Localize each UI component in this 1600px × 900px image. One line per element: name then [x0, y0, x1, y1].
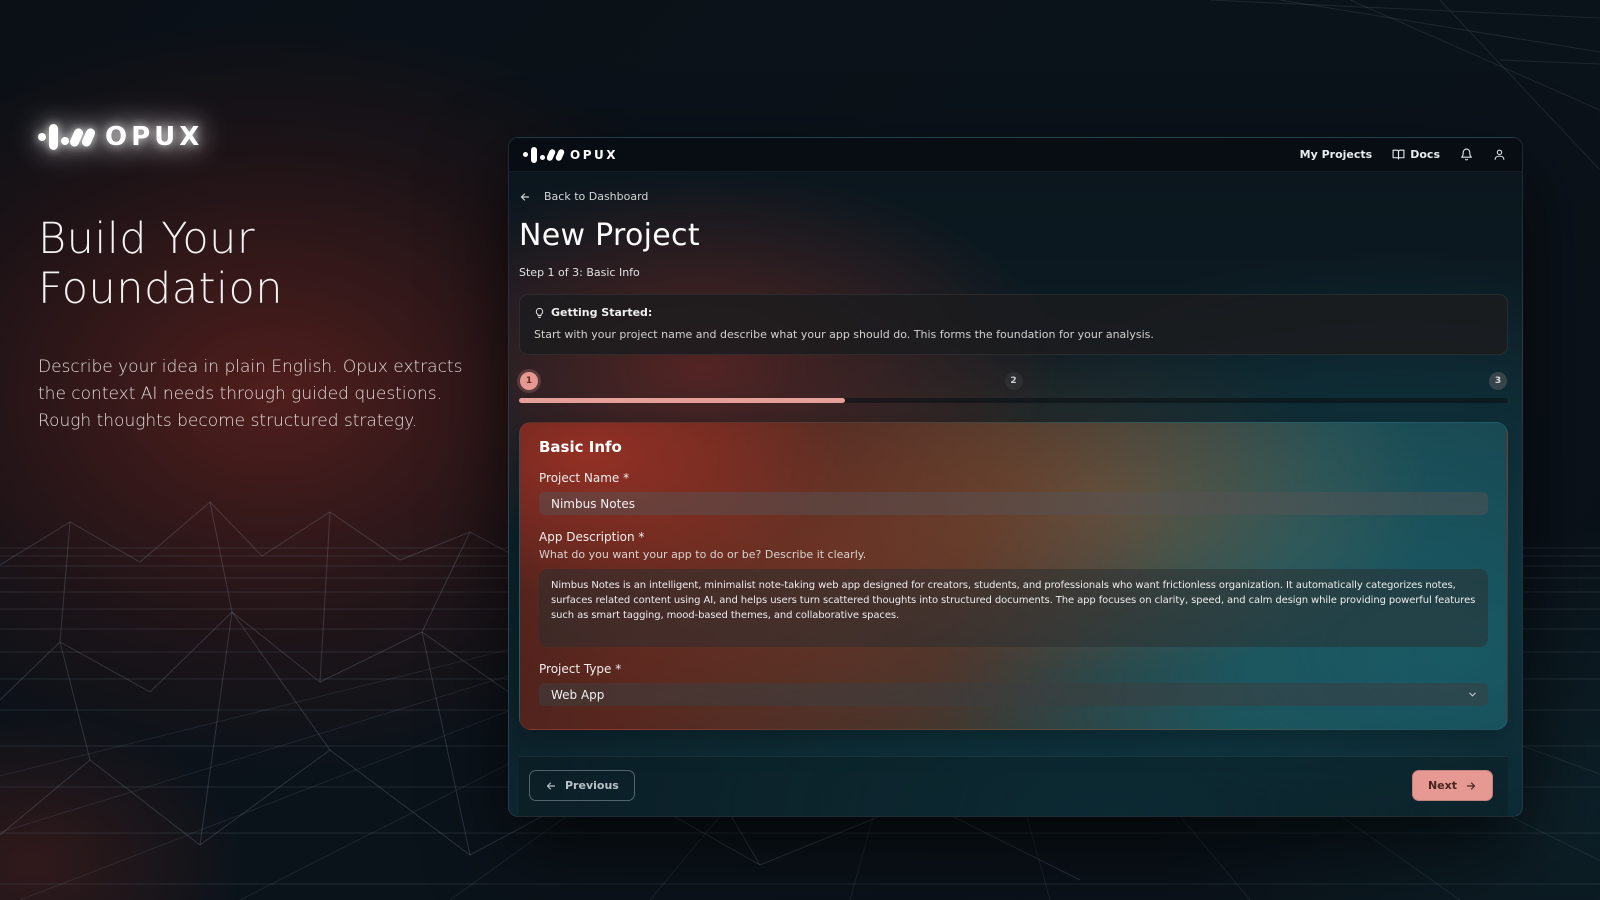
back-arrow-icon	[519, 191, 531, 203]
opux-logo-icon-small	[523, 147, 563, 163]
wizard-progress: 1 2 3	[519, 372, 1508, 403]
lightbulb-icon	[534, 307, 545, 319]
step-circle-2[interactable]: 2	[1005, 372, 1023, 390]
previous-button[interactable]: Previous	[529, 770, 635, 801]
app-window: OPUX My Projects Docs Back to Dashboard …	[508, 137, 1523, 817]
opux-logo-icon	[38, 124, 93, 150]
project-type-select[interactable]: Web App	[539, 683, 1488, 706]
next-button-label: Next	[1428, 779, 1457, 792]
tip-body: Start with your project name and describ…	[534, 328, 1493, 341]
app-body: Back to Dashboard New Project Step 1 of …	[509, 172, 1522, 816]
progress-track	[519, 398, 1508, 403]
nav-my-projects[interactable]: My Projects	[1300, 148, 1373, 161]
app-logo[interactable]: OPUX	[523, 147, 618, 163]
project-type-label: Project Type *	[539, 662, 1488, 676]
brand-name: OPUX	[105, 122, 203, 152]
app-brand-name: OPUX	[570, 148, 618, 162]
tip-title-row: Getting Started:	[534, 306, 1493, 319]
wizard-footer: Previous Next	[519, 756, 1508, 816]
step-circles-row: 1 2 3	[519, 372, 1508, 390]
header-nav: My Projects Docs	[1300, 148, 1506, 161]
page: { "left_panel": { "brand": "OPUX", "head…	[0, 0, 1600, 900]
project-type-value: Web App	[551, 688, 604, 702]
project-name-input[interactable]	[539, 492, 1488, 515]
nav-docs-label: Docs	[1410, 148, 1440, 161]
basic-info-card: Basic Info Project Name * App Descriptio…	[519, 422, 1508, 730]
getting-started-tip: Getting Started: Start with your project…	[519, 294, 1508, 355]
bell-icon	[1460, 148, 1473, 161]
arrow-right-icon	[1465, 780, 1477, 792]
notifications-button[interactable]	[1460, 148, 1473, 161]
page-title: New Project	[519, 218, 1508, 253]
arrow-left-icon	[545, 780, 557, 792]
opux-logo: OPUX	[38, 122, 483, 152]
card-title: Basic Info	[539, 438, 1488, 456]
back-to-dashboard-link[interactable]: Back to Dashboard	[519, 190, 648, 203]
book-icon	[1392, 148, 1405, 161]
user-icon	[1493, 148, 1506, 161]
project-name-label: Project Name *	[539, 471, 1488, 485]
previous-button-label: Previous	[565, 779, 619, 792]
tip-title: Getting Started:	[551, 306, 652, 319]
app-header: OPUX My Projects Docs	[509, 138, 1522, 172]
progress-fill	[519, 398, 845, 403]
step-circle-1[interactable]: 1	[520, 372, 538, 390]
hero-panel: OPUX Build Your Foundation Describe your…	[38, 122, 483, 435]
chevron-down-icon	[1467, 689, 1478, 700]
next-button[interactable]: Next	[1412, 770, 1493, 801]
back-link-label: Back to Dashboard	[544, 190, 648, 203]
nav-my-projects-label: My Projects	[1300, 148, 1373, 161]
hero-description: Describe your idea in plain English. Opu…	[38, 354, 473, 435]
app-description-textarea[interactable]: Nimbus Notes is an intelligent, minimali…	[539, 569, 1488, 647]
step-indicator-label: Step 1 of 3: Basic Info	[519, 266, 1508, 279]
app-description-helper: What do you want your app to do or be? D…	[539, 548, 1488, 561]
user-menu-button[interactable]	[1493, 148, 1506, 161]
nav-docs[interactable]: Docs	[1392, 148, 1440, 161]
step-circle-3[interactable]: 3	[1489, 372, 1507, 390]
hero-heading: Build Your Foundation	[38, 214, 483, 314]
app-description-label: App Description *	[539, 530, 1488, 544]
